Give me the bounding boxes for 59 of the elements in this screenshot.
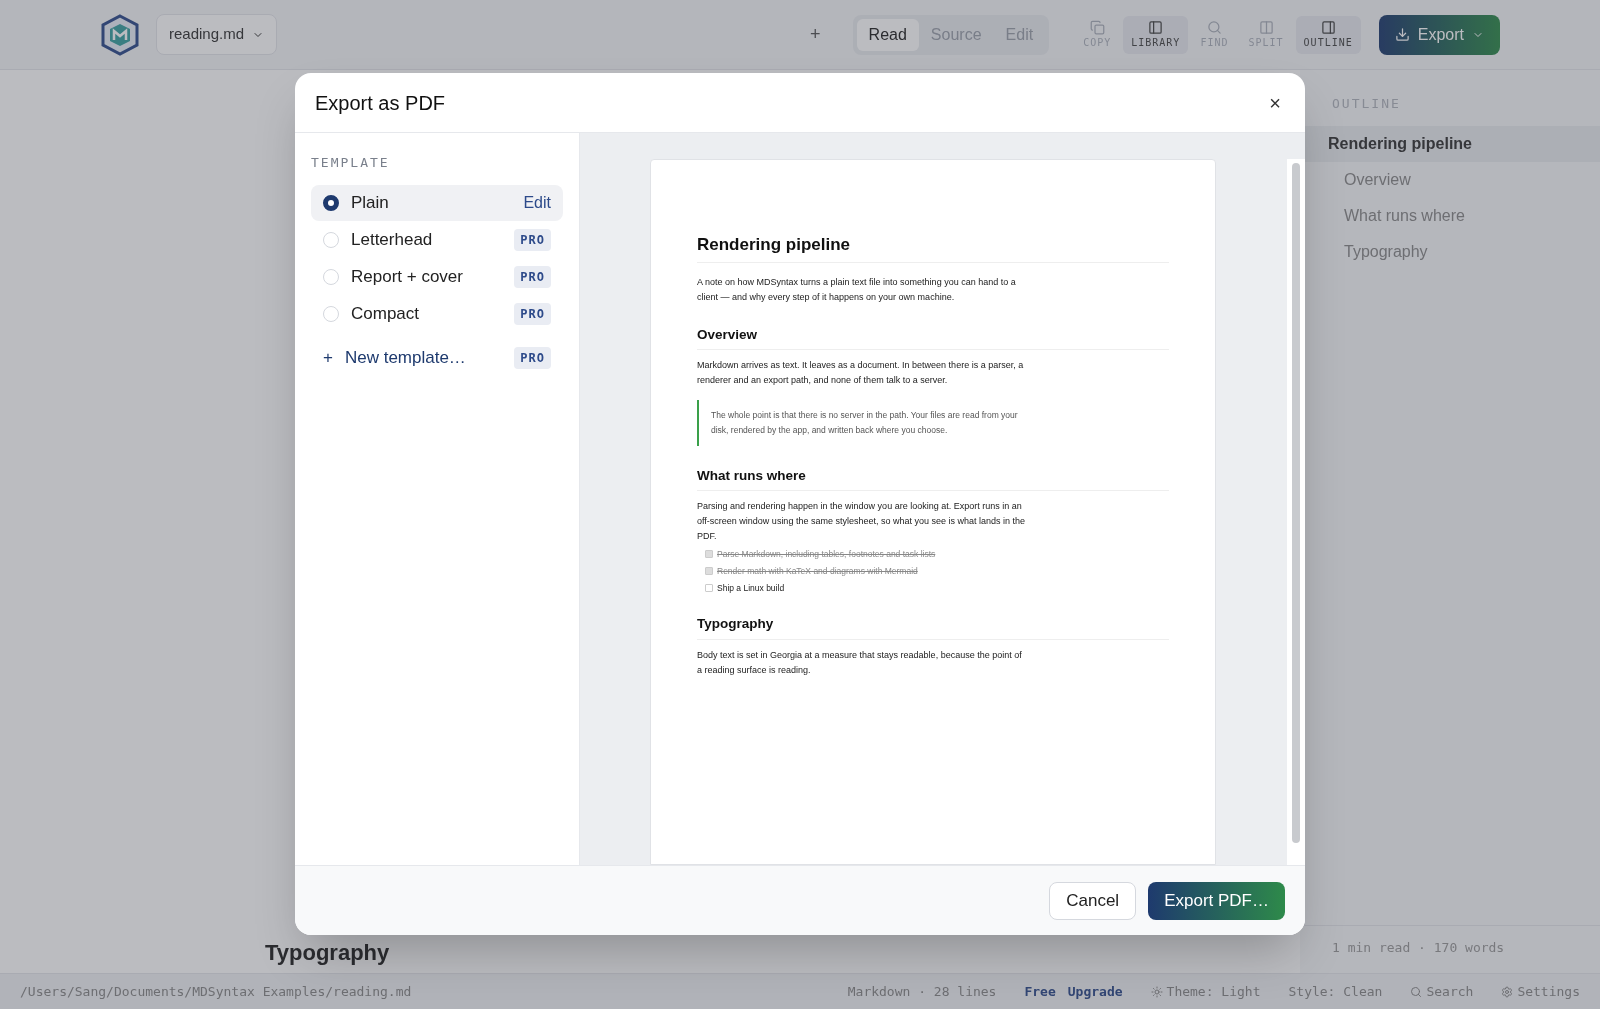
- preview-paragraph: A note on how MDSyntax turns a plain text file into something you can hand to a client — and why every step of it happens on your own machine.: [697, 275, 1017, 304]
- template-heading: TEMPLATE: [311, 154, 391, 172]
- plan-label: Free: [1024, 982, 1056, 1001]
- pro-badge: PRO: [514, 228, 551, 251]
- export-pdf-button[interactable]: Export PDF…: [1148, 881, 1285, 920]
- search-icon: [1410, 985, 1423, 998]
- file-tab[interactable]: reading.md: [156, 14, 278, 55]
- theme-button[interactable]: Theme: Light: [1150, 981, 1261, 1002]
- template-name: Compact: [351, 302, 421, 325]
- scrollbar-thumb[interactable]: [1292, 163, 1300, 843]
- template-name: Letterhead: [351, 228, 434, 251]
- pro-badge: PRO: [514, 265, 551, 288]
- style-button[interactable]: Style: Clean: [1288, 981, 1383, 1002]
- settings-button[interactable]: Settings: [1501, 981, 1580, 1002]
- template-option[interactable]: Plain Edit: [311, 184, 563, 221]
- dialog-title: Export as PDF: [315, 90, 446, 116]
- download-icon: [1394, 27, 1410, 42]
- settings-icon: [1501, 985, 1514, 998]
- task-text: Render math with KaTeX and diagrams with Mermaid: [717, 564, 918, 578]
- toolbar-button[interactable]: OUTLINE: [1295, 15, 1361, 54]
- template-name: Plain: [351, 191, 390, 214]
- template-option[interactable]: Compact PRO: [311, 295, 563, 332]
- cancel-button[interactable]: Cancel: [1049, 881, 1137, 920]
- pro-badge: PRO: [514, 346, 551, 369]
- toolbar-button[interactable]: LIBRARY: [1123, 15, 1189, 54]
- preview-quote: The whole point is that there is no server in the path. Your files are read from your disk, rendered by the app, and written back where you choose.: [711, 408, 1019, 437]
- add-button[interactable]: +: [810, 21, 821, 48]
- upgrade-link[interactable]: Upgrade: [1067, 981, 1123, 1002]
- preview-paragraph: Markdown arrives as text. It leaves as a document. In between there is a parser, a renderer and an export path, and none of them talk to a server.: [697, 358, 1025, 387]
- file-path: /Users/Sang/Documents/MDSyntax Examples/reading.md: [20, 982, 412, 1001]
- document-heading: Typography: [265, 939, 391, 967]
- plus-icon: +: [323, 344, 333, 371]
- view-mode-tab[interactable]: Read: [856, 18, 919, 51]
- app-logo-icon: [100, 13, 140, 56]
- preview-heading: Typography: [697, 614, 1169, 640]
- template-name: Report + cover: [351, 265, 464, 288]
- task-text: Ship a Linux build: [717, 581, 785, 595]
- edit-link[interactable]: Edit: [523, 190, 551, 215]
- search-button[interactable]: Search: [1410, 981, 1474, 1002]
- new-template-button[interactable]: + New template… PRO: [311, 339, 563, 376]
- preview-title: Rendering pipeline: [697, 232, 1169, 263]
- split-icon: [1258, 19, 1274, 35]
- task-text: Parse Markdown, including tables, footnotes and task lists: [717, 548, 936, 561]
- template-option[interactable]: Letterhead PRO: [311, 221, 563, 258]
- pro-badge: PRO: [514, 302, 551, 325]
- sun-icon: [1150, 985, 1163, 998]
- document-info: Markdown · 28 lines: [847, 982, 997, 1001]
- export-button[interactable]: Export: [1378, 14, 1500, 55]
- radio-button[interactable]: [323, 194, 339, 211]
- preview-paragraph: Body text is set in Georgia at a measure that stays readable, because the point of a reading surface is reading.: [697, 648, 1023, 677]
- library-icon: [1148, 19, 1164, 35]
- copy-icon: [1089, 19, 1105, 35]
- template-option[interactable]: Report + cover PRO: [311, 258, 563, 295]
- preview-paragraph: Parsing and rendering happen in the window you are looking at. Export runs in an off-screen window using the same stylesheet, so what you see is what lands in the PDF.: [697, 500, 1026, 543]
- preview-heading: Overview: [697, 324, 1169, 350]
- preview-heading: What runs where: [697, 465, 1169, 491]
- find-icon: [1206, 19, 1222, 35]
- close-button[interactable]: ×: [1265, 87, 1285, 118]
- outline-icon: [1320, 19, 1336, 35]
